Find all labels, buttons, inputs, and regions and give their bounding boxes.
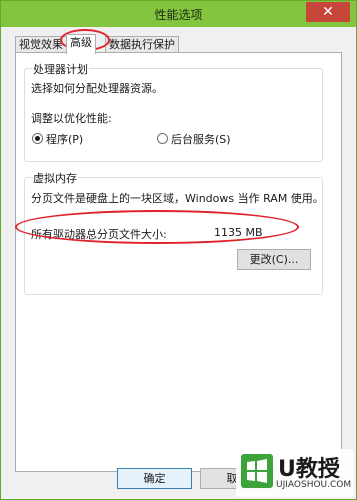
virtual-memory-description: 分页文件是硬盘上的一块区域，Windows 当作 RAM 使用。 (31, 192, 324, 205)
ok-button[interactable]: 确定 (117, 468, 192, 489)
programs-radio[interactable] (32, 133, 43, 144)
performance-options-dialog: 性能选项 ✕ 视觉效果 高级 数据执行保护 处理器计划 选择如何分配处理器资源。… (0, 0, 357, 500)
processor-scheduling-title: 处理器计划 (32, 61, 89, 77)
watermark-url: UJIAOSHOU.COM (276, 480, 352, 490)
tab-advanced[interactable]: 高级 (66, 34, 96, 54)
processor-scheduling-group: 处理器计划 选择如何分配处理器资源。 调整以优化性能: 程序(P) 后台服务(S… (24, 61, 323, 162)
dialog-client-area: 视觉效果 高级 数据执行保护 处理器计划 选择如何分配处理器资源。 调整以优化性… (7, 27, 350, 495)
virtual-memory-group: 虚拟内存 分页文件是硬盘上的一块区域，Windows 当作 RAM 使用。 所有… (24, 170, 324, 295)
site-watermark: U教授 UJIAOSHOU.COM (236, 449, 354, 497)
total-paging-file-value: 1135 MB (214, 226, 263, 239)
programs-radio-label[interactable]: 程序(P) (46, 131, 83, 147)
watermark-brand: U教授 (278, 457, 340, 482)
tab-data-execution-prevention[interactable]: 数据执行保护 (105, 36, 179, 53)
background-services-radio-label[interactable]: 后台服务(S) (171, 131, 231, 147)
background-services-radio[interactable] (157, 133, 168, 144)
processor-scheduling-description: 选择如何分配处理器资源。 (31, 82, 163, 95)
virtual-memory-title: 虚拟内存 (32, 170, 78, 186)
tab-visual-effects[interactable]: 视觉效果 (15, 36, 67, 53)
window-title: 性能选项 (154, 8, 203, 22)
optimize-performance-label: 调整以优化性能: (31, 112, 112, 125)
title-bar: 性能选项 ✕ (1, 1, 356, 27)
advanced-tab-panel: 处理器计划 选择如何分配处理器资源。 调整以优化性能: 程序(P) 后台服务(S… (15, 52, 342, 472)
windows-logo-icon (241, 454, 273, 488)
change-button[interactable]: 更改(C)... (237, 249, 311, 270)
close-button[interactable]: ✕ (306, 2, 350, 22)
total-paging-file-label: 所有驱动器总分页文件大小: (31, 228, 167, 241)
